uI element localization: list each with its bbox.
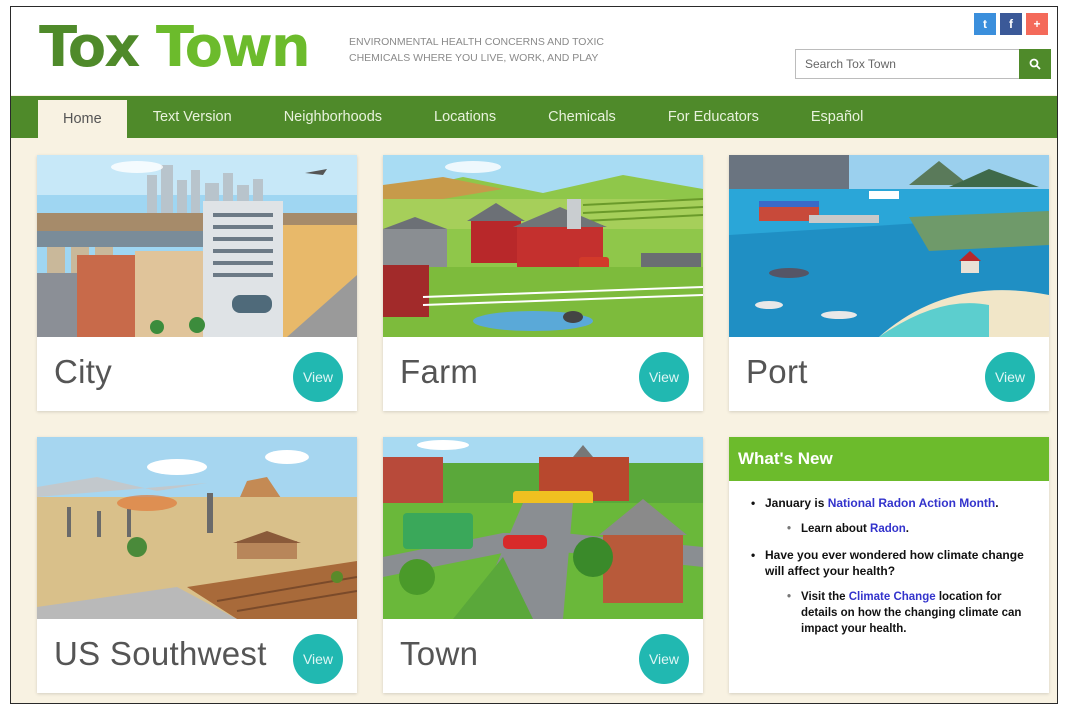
nav-chemicals[interactable]: Chemicals	[522, 96, 642, 138]
city-illustration[interactable]	[37, 155, 357, 337]
nav-neighborhoods[interactable]: Neighborhoods	[258, 96, 408, 138]
climate-change-link[interactable]: Climate Change	[849, 591, 936, 603]
list-item: Visit the Climate Change location for de…	[751, 589, 1035, 637]
site-header: Tox Town Environmental health concerns a…	[11, 7, 1057, 95]
search-button[interactable]	[1019, 49, 1051, 79]
share-plus-icon[interactable]: +	[1026, 13, 1048, 35]
card-city[interactable]: City View	[37, 155, 357, 411]
card-title: Town	[400, 635, 479, 672]
radon-link[interactable]: Radon	[870, 523, 906, 535]
page-frame: Tox Town Environmental health concerns a…	[10, 6, 1058, 704]
logo-word-town: Town	[155, 15, 311, 80]
social-links: t f +	[974, 13, 1048, 35]
nav-locations[interactable]: Locations	[408, 96, 522, 138]
card-port[interactable]: Port View	[729, 155, 1049, 411]
view-button[interactable]: View	[985, 352, 1035, 402]
view-button[interactable]: View	[293, 352, 343, 402]
farm-illustration[interactable]	[383, 155, 703, 337]
card-title: US Southwest	[54, 635, 267, 672]
whats-new-panel: What's New January is National Radon Act…	[729, 437, 1049, 693]
list-item: Have you ever wondered how climate chang…	[751, 547, 1035, 579]
main-nav: Home Text Version Neighborhoods Location…	[11, 96, 1057, 138]
card-title: Farm	[400, 353, 479, 390]
list-item: Learn about Radon.	[751, 521, 1035, 537]
site-logo[interactable]: Tox Town	[39, 13, 311, 83]
port-illustration[interactable]	[729, 155, 1049, 337]
nav-text-version[interactable]: Text Version	[127, 96, 258, 138]
view-button[interactable]: View	[639, 352, 689, 402]
card-us-southwest[interactable]: US Southwest View	[37, 437, 357, 693]
town-illustration[interactable]	[383, 437, 703, 619]
nav-home[interactable]: Home	[38, 100, 127, 138]
whats-new-heading: What's New	[729, 437, 1049, 481]
search-icon	[1029, 58, 1041, 70]
search-input[interactable]	[795, 49, 1019, 79]
card-title: City	[54, 353, 113, 390]
card-town[interactable]: Town View	[383, 437, 703, 693]
twitter-icon[interactable]: t	[974, 13, 996, 35]
list-item: January is National Radon Action Month.	[751, 495, 1035, 511]
radon-month-link[interactable]: National Radon Action Month	[828, 496, 996, 510]
view-button[interactable]: View	[293, 634, 343, 684]
logo-word-tox: Tox	[39, 15, 140, 80]
nav-for-educators[interactable]: For Educators	[642, 96, 785, 138]
whats-new-list: January is National Radon Action Month. …	[729, 481, 1049, 637]
site-tagline: Environmental health concerns and toxic …	[349, 36, 604, 64]
nav-espanol[interactable]: Español	[785, 96, 889, 138]
card-farm[interactable]: Farm View	[383, 155, 703, 411]
us-southwest-illustration[interactable]	[37, 437, 357, 619]
facebook-icon[interactable]: f	[1000, 13, 1022, 35]
search-box	[795, 49, 1051, 79]
view-button[interactable]: View	[639, 634, 689, 684]
card-title: Port	[746, 353, 808, 390]
